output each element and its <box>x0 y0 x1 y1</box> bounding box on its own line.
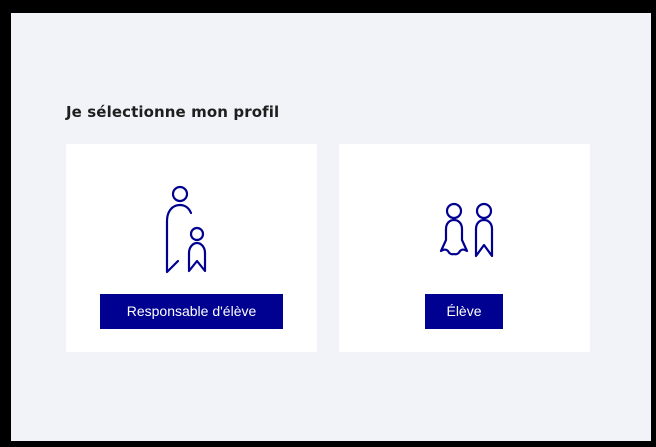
parent-child-icon <box>165 185 207 274</box>
students-icon <box>439 202 494 258</box>
profile-selection-panel: Je sélectionne mon profil Responsable d'… <box>11 13 651 441</box>
responsable-eleve-button[interactable]: Responsable d'élève <box>100 294 283 329</box>
page-title: Je sélectionne mon profil <box>66 103 280 121</box>
eleve-button[interactable]: Élève <box>425 294 503 329</box>
profile-card-responsable[interactable]: Responsable d'élève <box>66 144 317 352</box>
profile-card-eleve[interactable]: Élève <box>339 144 590 352</box>
